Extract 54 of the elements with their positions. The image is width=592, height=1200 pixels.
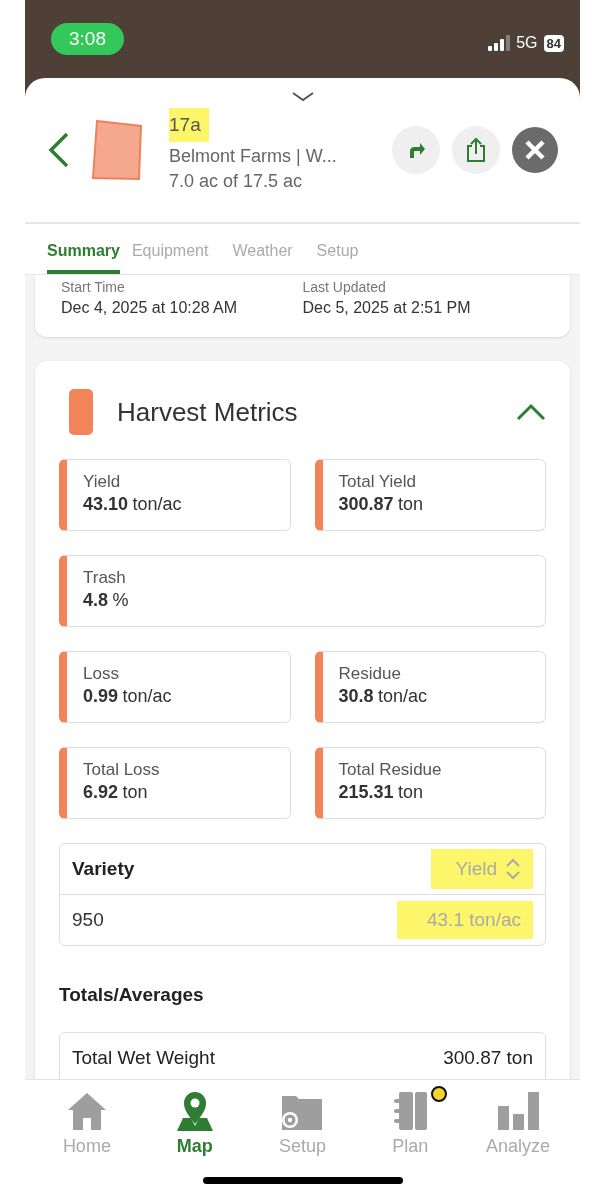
nav-item[interactable]: Map [149,1080,240,1160]
nav-item[interactable]: Analyze [473,1080,564,1160]
battery-level: 84 [543,34,564,52]
share-icon [465,137,487,163]
notebook-icon [391,1090,430,1132]
metric-value: 4.8 % [83,590,130,611]
column-header: Variety [72,858,135,880]
sort-selector[interactable]: Yield [431,849,533,889]
metric-label: Total Loss [83,760,161,780]
metric-value: 43.10 ton/ac [83,494,183,515]
farm-name: Belmont Farms | W... [169,146,338,167]
table-cell: 43.1 ton/ac [396,901,533,939]
totals-value: 300.87 ton [443,1047,533,1069]
time-label: Last Updated [302,279,387,295]
back-icon[interactable] [47,132,71,168]
network-label: 5G [516,34,538,52]
totals-label: Total Wet Weight [72,1047,215,1069]
sort-icon [505,857,521,881]
tab[interactable]: Weather [232,224,305,274]
section-heading: Totals/Averages [59,984,205,1006]
share-button[interactable] [452,126,500,174]
signal-icon [488,35,511,51]
nav-item[interactable]: Setup [257,1080,348,1160]
collapse-chevron-icon[interactable] [291,92,314,102]
table-cell: 950 [72,909,104,931]
bar-chart-icon [496,1090,541,1132]
metric-value: 300.87 ton [338,494,425,515]
collapse-chevron-icon[interactable] [516,403,546,421]
time-value: Dec 4, 2025 at 10:28 AM [61,299,239,317]
close-button[interactable] [512,127,558,173]
metric-value: 215.31 ton [338,782,425,803]
field-shape-icon [91,119,143,181]
nav-item[interactable]: Plan [365,1080,456,1160]
metric-label: Residue [338,664,402,684]
metric-value: 6.92 ton [83,782,149,803]
time-label: Start Time [61,279,126,295]
metric-label: Total Yield [338,472,417,492]
metric-label: Total Residue [338,760,443,780]
status-time: 3:08 [51,23,124,55]
field-area: 7.0 ac of 17.5 ac [169,171,380,192]
metric-label: Loss [83,664,120,684]
close-icon [524,139,546,161]
time-value: Dec 5, 2025 at 2:51 PM [302,299,472,317]
tab[interactable]: Equipment [131,224,221,274]
nav-item[interactable]: Home [41,1080,132,1160]
field-name: 17a [169,108,209,142]
metric-value: 0.99 ton/ac [83,686,173,707]
card-title: Harvest Metrics [117,396,299,428]
metrics-marker [69,389,93,435]
metric-value: 30.8 ton/ac [338,686,429,707]
directions-button[interactable] [392,126,440,174]
metric-label: Yield [83,472,122,492]
tab[interactable]: Setup [316,224,371,274]
metric-label: Trash [83,568,127,588]
